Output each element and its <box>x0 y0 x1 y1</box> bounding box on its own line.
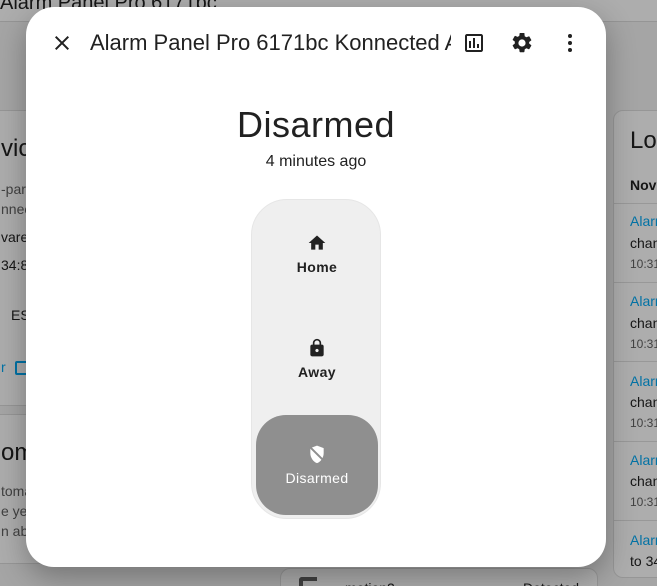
alarm-mode-control: Home Away Disarmed <box>251 199 381 519</box>
more-options-button[interactable] <box>546 19 594 67</box>
dialog-header: Alarm Panel Pro 6171bc Konnected Alarm P… <box>26 7 606 79</box>
mode-away-button[interactable]: Away <box>256 309 378 409</box>
home-icon <box>308 235 326 250</box>
mode-home-label: Home <box>296 259 338 275</box>
lock-icon <box>310 338 324 357</box>
chart-icon <box>465 34 483 52</box>
mode-home-button[interactable]: Home <box>256 204 378 304</box>
more-info-dialog: Alarm Panel Pro 6171bc Konnected Alarm P… <box>26 7 606 567</box>
history-button[interactable] <box>450 19 498 67</box>
last-changed: 4 minutes ago <box>265 153 367 170</box>
more-vertical-icon <box>568 34 572 52</box>
dialog-title: Alarm Panel Pro 6171bc Konnected Alarm P… <box>90 30 451 55</box>
alarm-state: Disarmed <box>236 104 396 145</box>
mode-away-label: Away <box>298 364 336 380</box>
settings-button[interactable] <box>498 19 546 67</box>
close-icon <box>55 36 69 50</box>
shield-off-icon <box>309 445 325 464</box>
mode-disarmed-button[interactable]: Disarmed <box>256 415 378 515</box>
mode-disarmed-label: Disarmed <box>285 470 349 486</box>
close-button[interactable] <box>38 19 86 67</box>
gear-icon <box>512 32 532 53</box>
